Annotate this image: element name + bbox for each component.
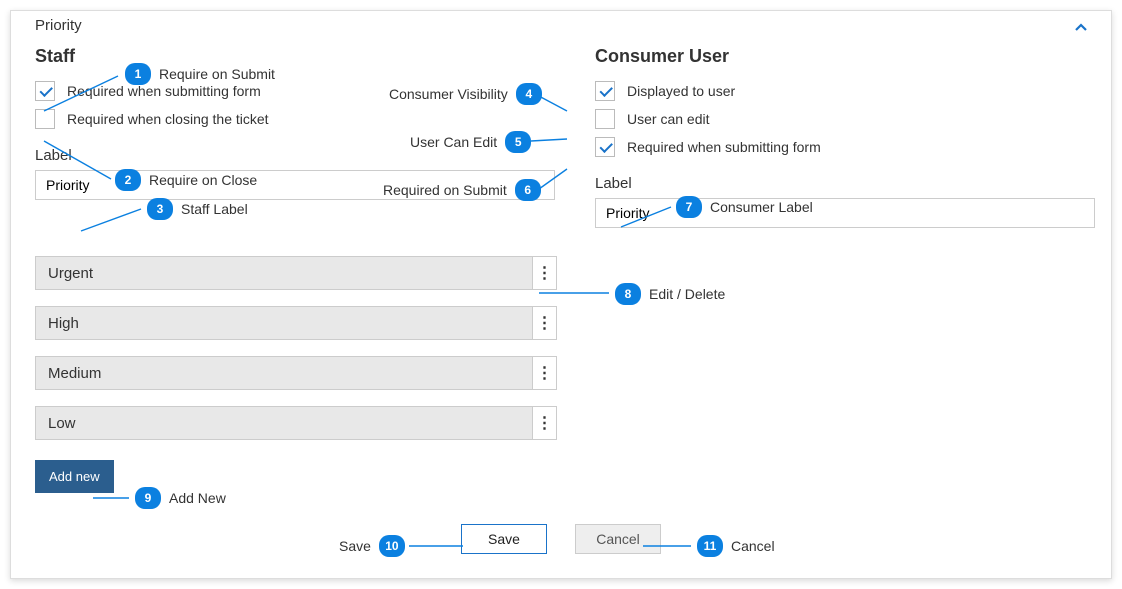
kebab-menu-icon[interactable]: ⋮ [533,256,557,290]
panel-header: Priority [35,17,1095,34]
staff-require-submit-label: Required when submitting form [67,83,261,99]
consumer-can-edit-label: User can edit [627,111,709,127]
staff-heading: Staff [35,46,565,67]
annotation-pill: 8 [615,283,641,305]
kebab-menu-icon[interactable]: ⋮ [533,356,557,390]
consumer-require-submit-checkbox[interactable] [595,137,615,157]
option-text: High [35,306,533,340]
annotation-8: 8 Edit / Delete [615,283,725,305]
staff-label-caption: Label [35,147,565,164]
option-text: Medium [35,356,533,390]
consumer-displayed-checkbox[interactable] [595,81,615,101]
staff-column: Staff Required when submitting form Requ… [35,46,565,228]
option-row: Urgent ⋮ [35,256,557,290]
staff-require-close-checkbox[interactable] [35,109,55,129]
consumer-displayed-row: Displayed to user [595,81,1095,101]
option-row: High ⋮ [35,306,557,340]
staff-require-close-row: Required when closing the ticket [35,109,565,129]
annotation-text: Edit / Delete [649,286,725,302]
panel-title: Priority [35,17,82,34]
consumer-require-submit-label: Required when submitting form [627,139,821,155]
consumer-require-submit-row: Required when submitting form [595,137,1095,157]
option-text: Low [35,406,533,440]
consumer-column: Consumer User Displayed to user User can… [565,46,1095,228]
chevron-up-icon[interactable] [1075,18,1095,34]
add-new-button[interactable]: Add new [35,460,114,493]
footer-actions: Save Cancel [11,524,1111,554]
staff-label-input[interactable] [35,170,555,200]
option-row: Low ⋮ [35,406,557,440]
consumer-can-edit-row: User can edit [595,109,1095,129]
consumer-heading: Consumer User [595,46,1095,67]
staff-require-submit-checkbox[interactable] [35,81,55,101]
option-row: Medium ⋮ [35,356,557,390]
consumer-label-input[interactable] [595,198,1095,228]
save-button[interactable]: Save [461,524,547,554]
consumer-can-edit-checkbox[interactable] [595,109,615,129]
kebab-menu-icon[interactable]: ⋮ [533,406,557,440]
consumer-displayed-label: Displayed to user [627,83,735,99]
consumer-label-caption: Label [595,175,1095,192]
option-text: Urgent [35,256,533,290]
staff-require-submit-row: Required when submitting form [35,81,565,101]
cancel-button[interactable]: Cancel [575,524,661,554]
staff-require-close-label: Required when closing the ticket [67,111,269,127]
priority-panel: Priority Staff Required when submitting … [10,10,1112,579]
priority-options-list: Urgent ⋮ High ⋮ Medium ⋮ Low ⋮ Add new [35,256,557,493]
kebab-menu-icon[interactable]: ⋮ [533,306,557,340]
